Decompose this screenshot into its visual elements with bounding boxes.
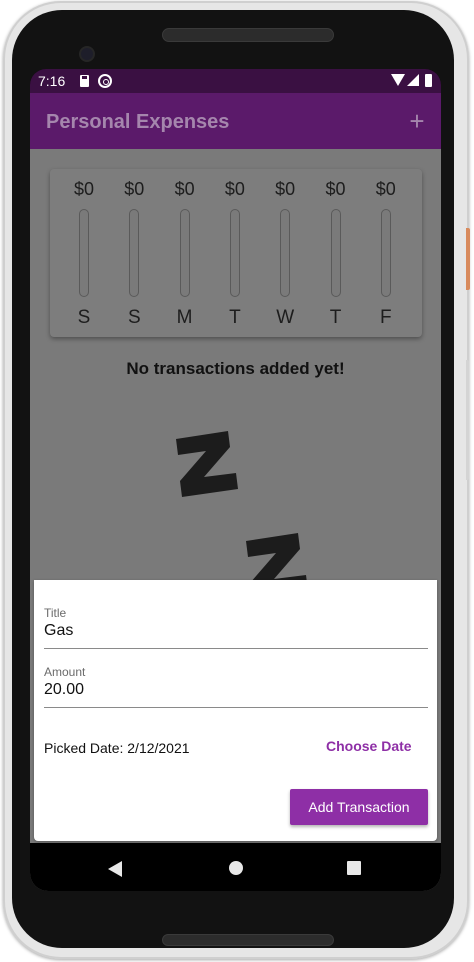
main-content: $0 S $0 S $0 M $0 T $0 W $0 T $0 F No transactions ad… xyxy=(30,149,441,580)
navigation-bar xyxy=(30,843,441,891)
chart-bar-5: $0 T xyxy=(316,169,356,337)
sleeping-zzz-image xyxy=(176,431,307,580)
chart-bar-4: $0 W xyxy=(265,169,305,337)
chart-bar-1: $0 S xyxy=(114,169,154,337)
chart-bar-day: S xyxy=(127,307,141,328)
chart-bar-amount: $0 xyxy=(224,179,245,199)
chart-bar-day: W xyxy=(276,307,295,328)
chart-bar-6: $0 F xyxy=(366,169,406,337)
wifi-icon xyxy=(391,74,405,86)
empty-state-message: No transactions added yet! xyxy=(126,359,345,378)
amount-field-label: Amount xyxy=(44,665,86,679)
chart-bar-day: S xyxy=(77,307,91,328)
title-field: Title xyxy=(44,606,428,649)
battery-icon xyxy=(425,74,432,87)
chart-bar-amount: $0 xyxy=(73,179,95,199)
chart-bar-amount: $0 xyxy=(275,179,296,199)
chart-bar-track xyxy=(229,209,240,297)
add-icon[interactable]: + xyxy=(406,108,428,134)
chart-bar-day: T xyxy=(329,307,342,328)
chart-bar-day: M xyxy=(176,307,193,328)
amount-field: Amount xyxy=(44,665,428,708)
chart-bar-track xyxy=(380,209,391,297)
top-speaker xyxy=(162,28,334,42)
chart-bar-amount: $0 xyxy=(375,179,396,199)
chart-bar-3: $0 T xyxy=(215,169,255,337)
sim-card-icon xyxy=(80,75,89,87)
chart-bar-track xyxy=(79,209,89,297)
sync-icon xyxy=(98,74,112,88)
front-camera-icon xyxy=(79,46,95,62)
app-bar: Personal Expenses + xyxy=(30,93,441,149)
chart-bar-track xyxy=(129,209,140,297)
recents-icon[interactable] xyxy=(347,861,361,875)
zzz-letter-large xyxy=(176,431,238,497)
title-input[interactable] xyxy=(44,620,428,648)
app-title: Personal Expenses xyxy=(46,111,230,133)
back-icon[interactable] xyxy=(108,861,122,877)
chart-bar-track xyxy=(280,209,291,297)
screen: 7:16 Personal Expenses + $0 S $0 S $0 M $0 T $0 W… xyxy=(30,69,441,891)
zzz-letter-small xyxy=(246,533,307,580)
chart-bar-amount: $0 xyxy=(124,179,145,199)
weekly-chart-card: $0 S $0 S $0 M $0 T $0 W $0 T $0 F xyxy=(50,169,422,337)
chart-bar-track xyxy=(330,209,341,297)
signal-icon xyxy=(407,74,419,86)
amount-input[interactable] xyxy=(44,679,428,707)
chart-bar-day: F xyxy=(379,307,392,328)
chart-bar-amount: $0 xyxy=(325,179,346,199)
title-underline xyxy=(44,648,428,649)
chart-bar-day: T xyxy=(229,307,241,328)
choose-date-button[interactable]: Choose Date xyxy=(316,736,422,756)
volume-button xyxy=(466,360,469,480)
chart-bar-0: $0 S xyxy=(64,169,104,337)
title-field-label: Title xyxy=(44,606,67,620)
new-transaction-form: Title Amount Picked Date: 2/12/2021 Choo… xyxy=(34,580,437,841)
home-icon[interactable] xyxy=(229,861,243,875)
chart-bar-2: $0 M xyxy=(165,169,205,337)
add-transaction-button[interactable]: Add Transaction xyxy=(290,789,428,825)
status-bar: 7:16 xyxy=(30,69,441,93)
bottom-speaker xyxy=(162,934,334,946)
power-button xyxy=(466,228,470,290)
status-time: 7:16 xyxy=(38,73,66,89)
chart-bar-track xyxy=(179,209,190,297)
amount-underline xyxy=(44,707,428,708)
picked-date-text: Picked Date: 2/12/2021 xyxy=(44,740,190,756)
chart-bar-amount: $0 xyxy=(174,179,195,199)
